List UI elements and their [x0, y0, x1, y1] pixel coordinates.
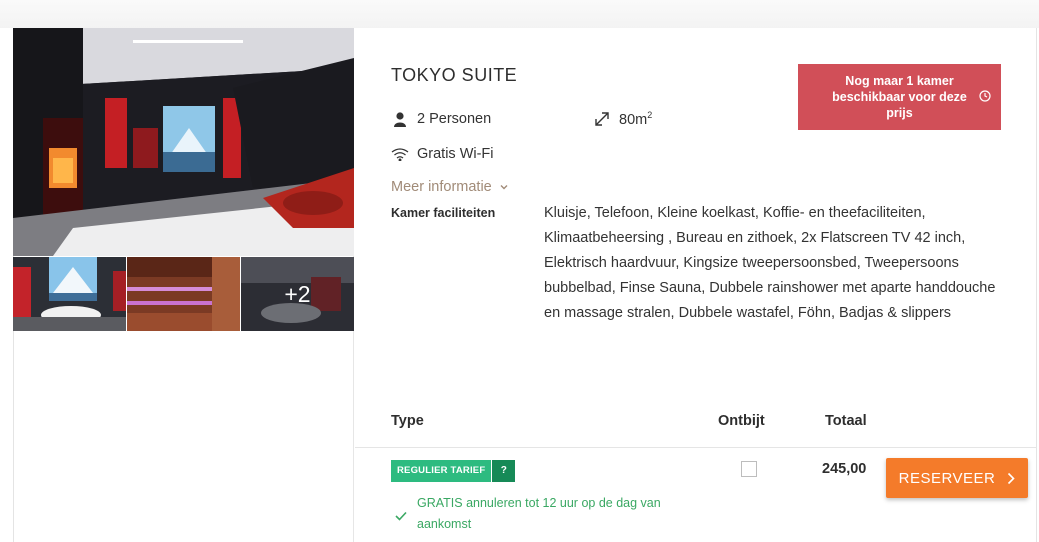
- column-header-type: Type: [391, 413, 424, 429]
- clock-icon: [979, 90, 991, 102]
- breakfast-checkbox[interactable]: [741, 461, 757, 477]
- room-title: TOKYO SUITE: [391, 65, 518, 85]
- column-header-breakfast: Ontbijt: [718, 413, 765, 429]
- persons-label: 2 Personen: [417, 111, 492, 127]
- wifi-label: Gratis Wi-Fi: [417, 146, 494, 162]
- reserve-button-label: RESERVEER: [898, 469, 996, 487]
- main-room-photo[interactable]: [13, 28, 354, 256]
- more-info-toggle[interactable]: Meer informatie: [391, 179, 509, 195]
- feature-persons: 2 Personen: [391, 110, 491, 128]
- thumbnail-more-photos[interactable]: +2: [241, 257, 354, 331]
- column-header-total: Totaal: [825, 413, 867, 429]
- facilities-label: Kamer faciliteiten: [391, 206, 496, 220]
- chevron-down-icon: [500, 185, 508, 190]
- cancellation-text: GRATIS annuleren tot 12 uur op de dag va…: [417, 496, 661, 531]
- size-label: 80m2: [619, 110, 653, 128]
- reserve-button[interactable]: RESERVEER: [886, 458, 1028, 498]
- facilities-text: Kluisje, Telefoon, Kleine koelkast, Koff…: [544, 205, 996, 321]
- expand-arrows-icon: [593, 110, 611, 128]
- top-shade: [0, 0, 1039, 28]
- person-icon: [391, 110, 409, 128]
- thumbnail-bathroom[interactable]: [13, 257, 126, 331]
- thumbnail-sauna[interactable]: [127, 257, 240, 331]
- feature-size: 80m2: [593, 110, 652, 128]
- more-info-label: Meer informatie: [391, 179, 492, 195]
- feature-wifi: Gratis Wi-Fi: [391, 145, 494, 163]
- availability-alert-text: Nog maar 1 kamer beschikbaar voor deze p…: [832, 74, 967, 120]
- availability-alert: Nog maar 1 kamer beschikbaar voor deze p…: [798, 64, 1001, 130]
- wifi-icon: [391, 145, 409, 163]
- rate-label: REGULIER TARIEF: [391, 460, 492, 482]
- chevron-right-icon: [1008, 472, 1016, 484]
- check-icon: [395, 511, 407, 521]
- rate-help-button[interactable]: ?: [492, 460, 516, 482]
- total-price: 245,00: [822, 461, 867, 477]
- more-photos-count: +2: [241, 257, 354, 331]
- cancellation-policy: GRATIS annuleren tot 12 uur op de dag va…: [395, 493, 685, 535]
- table-divider: [355, 447, 1037, 448]
- photo-gallery: +2: [13, 28, 354, 542]
- rate-badge: REGULIER TARIEF ?: [391, 460, 516, 482]
